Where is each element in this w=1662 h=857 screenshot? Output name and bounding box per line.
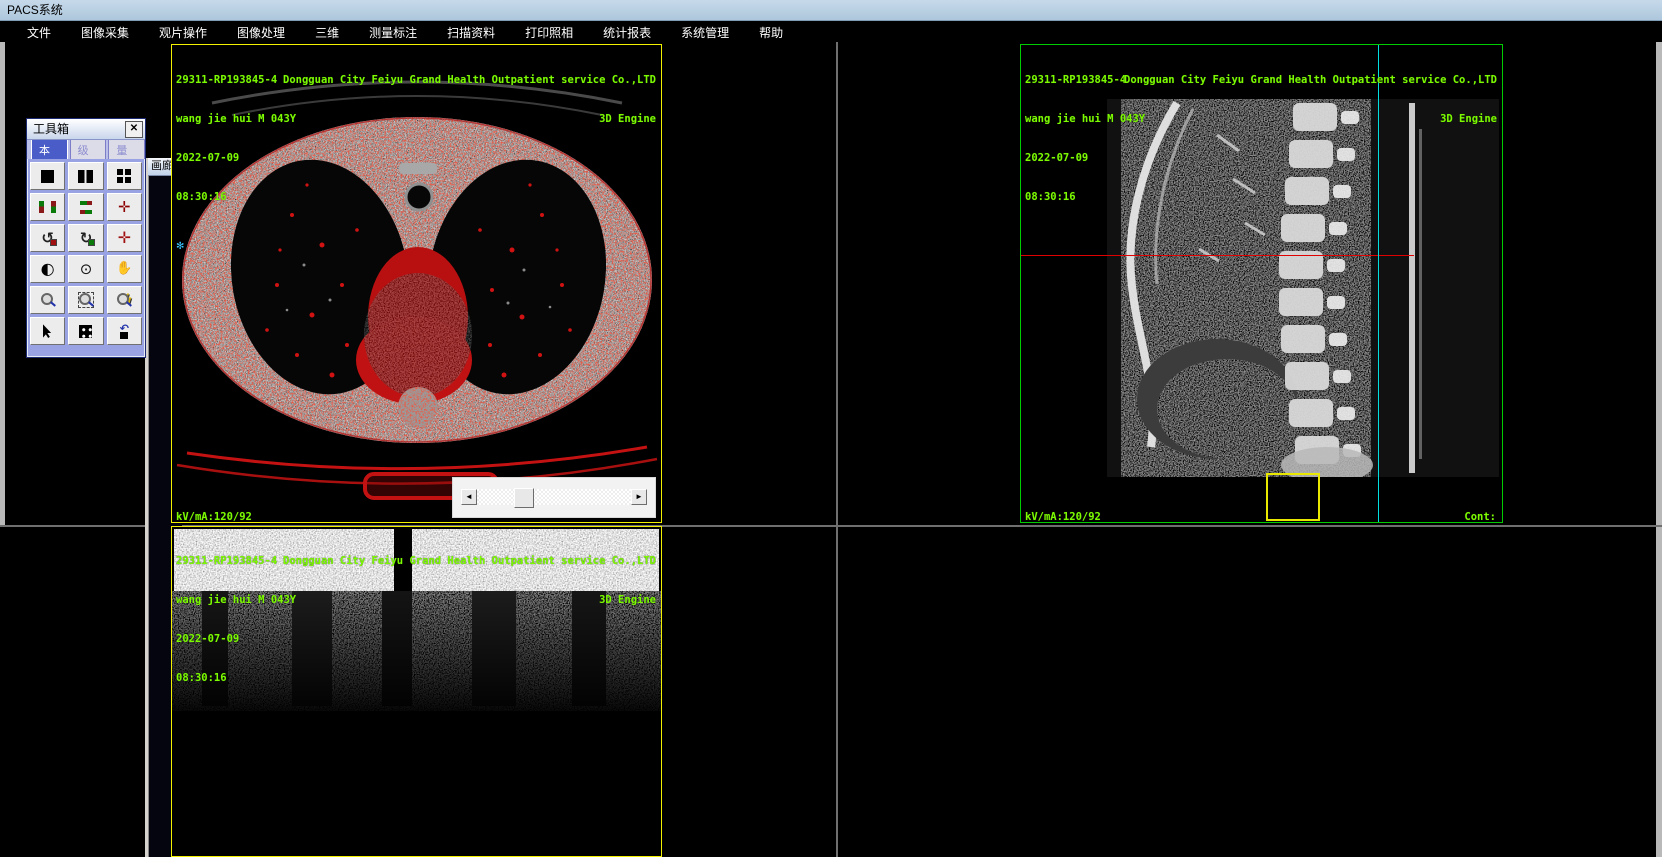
crosshair-horizontal-red[interactable] [1021,255,1414,256]
patient-name: wang jie hui M 043Y [176,594,297,606]
reset-icon: ↶ [117,323,131,339]
toolbox-tool-grid: ✛ ↺ ↻ ✛ ◐ ⊙ ✋ ϟ ↶ [27,159,145,348]
kv-ma: kV/mA:120/92 [1025,511,1101,523]
rotate-r-icon: ↻ [79,228,95,247]
pan-icon: ✋ [116,261,133,276]
layout-1x2-icon [78,169,94,183]
tile-icon [79,200,93,214]
move-icon: ✛ [117,228,132,247]
engine-label: 3D Engine [599,113,656,125]
menu-item-0[interactable]: 文件 [12,24,66,41]
sagittal-display-params: Cont: FOV:360 W/L:500/150 [1426,485,1496,523]
tool-move-button[interactable]: ✛ [106,224,142,252]
toolbox-tabs: 基本高级测量 [27,123,146,159]
sagittal-scan-params: kV/mA:120/92 Tho/Idx:1.5/1.5 Protocol:胸部… [1025,485,1124,523]
study-date: 2022-07-09 [176,152,240,164]
window-level-icon: ⊙ [79,259,93,278]
compare-icon [39,201,57,213]
study-time: 08:30:16 [1025,191,1076,203]
toolbox-titlebar[interactable]: 工具箱 ✕ [27,119,145,140]
annotation-marker-icon: ✻ [176,241,185,252]
axial-patient-info: 29311-RP193845-4 wang jie hui M 043Y 202… [176,48,296,230]
scout-hospital-info: Dongguan City Feiyu Grand Health Outpati… [283,529,656,633]
menu-bar: 文件 图像采集 观片操作 图像处理 三维 测量标注 扫描资料 打印照相 统计报表 系统管理 帮助 [0,22,1662,42]
left-dock-strip [0,42,5,525]
viewport-axial[interactable]: ✻ 29311-RP193845-4 wang jie hui M 043Y 2… [171,44,662,523]
toolbox-title: 工具箱 [33,122,70,136]
viewport-sagittal[interactable]: 29311-RP193845-4 wang jie hui M 043Y 202… [1020,44,1503,523]
invert-icon: ◐ [40,259,55,278]
cont-label: Cont: [1464,511,1496,523]
sagittal-hospital-info: Dongguan City Feiyu Grand Health Outpati… [1124,48,1497,152]
toolbox-window[interactable]: 工具箱 ✕ 基本高级测量 ✛ ↺ ↻ ✛ ◐ ⊙ ✋ ϟ ↶ [26,118,146,358]
menu-item-5[interactable]: 测量标注 [354,24,432,41]
menu-item-2[interactable]: 观片操作 [144,24,222,41]
rotate-l-icon: ↺ [41,228,57,247]
pacs-application: { "window": { "title": "PACS系统" }, "menu… [0,0,1662,857]
roi-box[interactable] [1266,473,1320,521]
menu-item-7[interactable]: 打印照相 [510,24,588,41]
menu-item-6[interactable]: 扫描资料 [432,24,510,41]
study-time: 08:30:16 [176,191,227,203]
tool-pan-button[interactable]: ✋ [106,255,142,283]
toolbox-close-button[interactable]: ✕ [125,121,143,138]
kv-ma: kV/mA:120/92 [176,511,252,523]
zoom-region-icon [77,292,94,308]
menu-item-8[interactable]: 统计报表 [588,24,666,41]
tool-reset-button[interactable]: ↶ [106,317,142,345]
layout-2x2-icon [117,169,124,175]
engine-label: 3D Engine [599,594,656,606]
right-dock-strip [1656,42,1662,857]
menu-item-4[interactable]: 三维 [300,24,354,41]
menu-item-3[interactable]: 图像处理 [222,24,300,41]
tool-zoom-region-button[interactable] [68,286,104,314]
study-date: 2022-07-09 [176,633,240,645]
tool-tile-button[interactable] [68,193,104,221]
layout-1x1-icon [41,169,55,183]
slice-scrollbar[interactable]: ◄ ► [452,477,656,518]
tool-layout-2x2-button[interactable] [106,162,142,190]
window-title: PACS系统 [7,3,63,17]
tool-window-level-button[interactable]: ⊙ [68,255,104,283]
study-id: 29311-RP193845-4 [176,555,278,567]
menu-item-10[interactable]: 帮助 [744,24,798,41]
tool-compare-button[interactable] [30,193,66,221]
hospital-name: Dongguan City Feiyu Grand Health Outpati… [283,74,656,86]
tool-fit-button[interactable]: ✛ [106,193,142,221]
engine-label: 3D Engine [1440,113,1497,125]
study-time: 08:30:16 [176,672,227,684]
matrix-icon [79,324,93,338]
scrollbar-right-button[interactable]: ► [631,489,647,505]
scrollbar-left-button[interactable]: ◄ [461,489,477,505]
tool-rotate-l-button[interactable]: ↺ [30,224,66,252]
tool-layout-1x1-button[interactable] [30,162,66,190]
tool-invert-button[interactable]: ◐ [30,255,66,283]
axial-hospital-info: Dongguan City Feiyu Grand Health Outpati… [283,48,656,152]
menu-item-1[interactable]: 图像采集 [66,24,144,41]
tool-rotate-r-button[interactable]: ↻ [68,224,104,252]
tool-matrix-button[interactable] [68,317,104,345]
menu-item-9[interactable]: 系统管理 [666,24,744,41]
study-date: 2022-07-09 [1025,152,1089,164]
tool-zoom-button[interactable] [30,286,66,314]
window-titlebar[interactable]: PACS系统 [0,0,1662,21]
scout-patient-info: 29311-RP193845-4 wang jie hui M 043Y 202… [176,529,296,711]
viewport-divider-vertical [836,42,838,857]
viewport-scout[interactable]: 29311-RP193845-4 wang jie hui M 043Y 202… [171,526,662,857]
tool-layout-1x2-button[interactable] [68,162,104,190]
fit-icon: ✛ [118,197,131,216]
hospital-name: Dongguan City Feiyu Grand Health Outpati… [1124,74,1497,86]
hospital-name: Dongguan City Feiyu Grand Health Outpati… [283,555,656,567]
sagittal-ct-image [1107,99,1499,477]
scrollbar-thumb[interactable] [514,488,534,508]
patient-name: wang jie hui M 043Y [176,113,297,125]
zoom-flash-icon: ϟ [116,292,132,308]
tool-zoom-flash-button[interactable]: ϟ [106,286,142,314]
select-icon [42,324,52,338]
tool-select-button[interactable] [30,317,66,345]
axial-scan-params: kV/mA:120/92 Tho/Idx:1.5/1.5 Protocol:胸部… [176,485,275,523]
study-id: 29311-RP193845-4 [176,74,278,86]
scrollbar-track[interactable] [461,489,647,505]
zoom-icon [40,292,56,308]
